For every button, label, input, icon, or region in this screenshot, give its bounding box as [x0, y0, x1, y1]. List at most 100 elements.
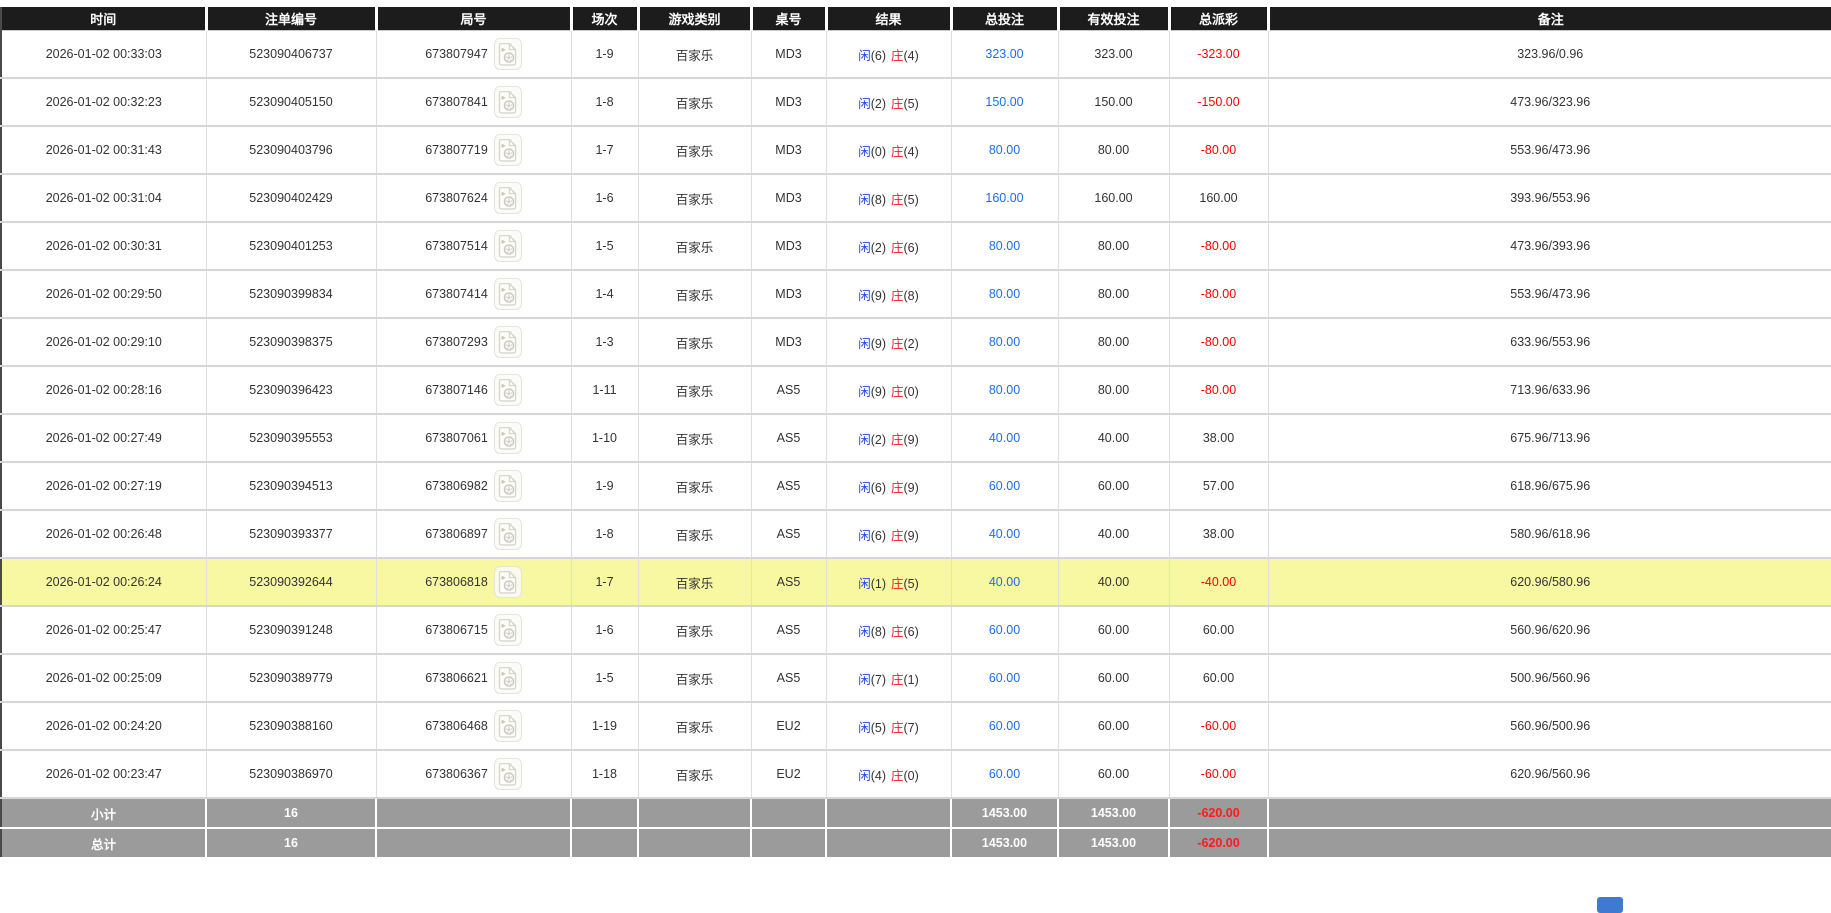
video-replay-button[interactable]	[493, 134, 522, 166]
cell-remark: 713.96/633.96	[1268, 366, 1831, 415]
cell-time: 2026-01-02 00:26:24	[1, 558, 207, 607]
cell-valid-bet: 40.00	[1058, 558, 1170, 607]
round-number: 673807841	[425, 95, 488, 109]
cell-total-bet[interactable]: 40.00	[951, 414, 1059, 463]
result-banker-label: 庄	[891, 288, 904, 303]
cell-result: 闲(2) 庄(5)	[826, 78, 952, 127]
cell-table-no: MD3	[751, 30, 827, 79]
cell-time: 2026-01-02 00:25:09	[1, 654, 207, 703]
cell-payout: -80.00	[1169, 366, 1269, 415]
video-replay-button[interactable]	[493, 518, 522, 550]
result-player-label: 闲	[858, 480, 871, 495]
table-row: 2026-01-02 00:27:49 523090395553 673807061…	[1, 414, 1831, 463]
cell-total-bet[interactable]: 80.00	[951, 126, 1059, 175]
cell-total-bet[interactable]: 60.00	[951, 750, 1059, 799]
footer-grand-total-label: 总计	[1, 827, 207, 859]
cell-total-bet[interactable]: 60.00	[951, 702, 1059, 751]
table-footer: 小计 16 1453.00 1453.00 -620.00 总计 16 1453.00 1453…	[1, 797, 1831, 859]
result-player-label: 闲	[858, 240, 871, 255]
video-replay-button[interactable]	[493, 182, 522, 214]
video-replay-button[interactable]	[493, 86, 522, 118]
result-player-label: 闲	[858, 384, 871, 399]
cell-result: 闲(9) 庄(0)	[826, 366, 952, 415]
cell-total-bet[interactable]: 80.00	[951, 222, 1059, 271]
cell-game-type: 百家乐	[638, 654, 752, 703]
cell-total-bet[interactable]: 150.00	[951, 78, 1059, 127]
video-replay-button[interactable]	[493, 38, 522, 70]
result-player-label: 闲	[858, 288, 871, 303]
round-number-wrap: 673807624	[377, 182, 571, 214]
cell-valid-bet: 60.00	[1058, 702, 1170, 751]
video-replay-button[interactable]	[493, 374, 522, 406]
cell-bet-id: 523090392644	[206, 558, 377, 607]
cell-round: 673807514	[376, 222, 572, 271]
cell-payout: 38.00	[1169, 414, 1269, 463]
cell-remark: 580.96/618.96	[1268, 510, 1831, 559]
cell-total-bet[interactable]: 80.00	[951, 366, 1059, 415]
result-player-value: (6)	[870, 528, 886, 543]
video-replay-button[interactable]	[493, 278, 522, 310]
cell-total-bet[interactable]: 40.00	[951, 510, 1059, 559]
round-number: 673807061	[425, 431, 488, 445]
video-replay-button[interactable]	[493, 566, 522, 598]
video-file-icon	[499, 330, 517, 354]
video-replay-button[interactable]	[493, 614, 522, 646]
result-player-value: (7)	[870, 672, 886, 687]
column-header-round: 局号	[376, 7, 573, 31]
result-player-label: 闲	[858, 192, 871, 207]
cell-total-bet[interactable]: 160.00	[951, 174, 1059, 223]
result-player-value: (9)	[870, 336, 886, 351]
cell-game-type: 百家乐	[638, 702, 752, 751]
result-player-value: (6)	[870, 48, 886, 63]
video-replay-button[interactable]	[493, 422, 522, 454]
cell-total-bet[interactable]: 60.00	[951, 606, 1059, 655]
column-header-table_no: 桌号	[751, 7, 828, 31]
cell-result: 闲(6) 庄(4)	[826, 30, 952, 79]
footer-grand-total-payout: -620.00	[1169, 827, 1269, 859]
video-replay-button[interactable]	[493, 758, 522, 790]
cell-round: 673807146	[376, 366, 572, 415]
video-replay-button[interactable]	[493, 326, 522, 358]
footer-empty-cell	[1268, 797, 1831, 829]
footer-empty-cell	[638, 827, 752, 859]
result-player-label: 闲	[858, 432, 871, 447]
cell-time: 2026-01-02 00:23:47	[1, 750, 207, 799]
result-banker-value: (0)	[903, 384, 919, 399]
cell-game-type: 百家乐	[638, 606, 752, 655]
cell-total-bet[interactable]: 60.00	[951, 462, 1059, 511]
cell-total-bet[interactable]: 80.00	[951, 270, 1059, 319]
video-replay-button[interactable]	[493, 662, 522, 694]
cell-time: 2026-01-02 00:33:03	[1, 30, 207, 79]
cell-total-bet[interactable]: 40.00	[951, 558, 1059, 607]
round-number: 673807719	[425, 143, 488, 157]
cell-result: 闲(1) 庄(5)	[826, 558, 952, 607]
video-replay-button[interactable]	[493, 470, 522, 502]
column-header-bet_id: 注单编号	[206, 7, 378, 31]
table-row: 2026-01-02 00:30:31 523090401253 673807514…	[1, 222, 1831, 271]
cell-total-bet[interactable]: 60.00	[951, 654, 1059, 703]
video-file-icon	[499, 666, 517, 690]
cell-total-bet[interactable]: 323.00	[951, 30, 1059, 79]
result-banker-value: (5)	[903, 192, 919, 207]
cell-round: 673807624	[376, 174, 572, 223]
video-replay-button[interactable]	[493, 710, 522, 742]
result-banker-value: (7)	[903, 720, 919, 735]
cell-session: 1-5	[571, 222, 639, 271]
cell-table-no: EU2	[751, 750, 827, 799]
cell-remark: 560.96/500.96	[1268, 702, 1831, 751]
pagination-fragment[interactable]	[1597, 897, 1623, 913]
result-banker-label: 庄	[891, 528, 904, 543]
table-header-row: 时间 注单编号 局号 场次 游戏类别 桌号 结果 总投注 有效投注 总派彩 备注	[1, 7, 1831, 31]
cell-payout: -80.00	[1169, 318, 1269, 367]
cell-table-no: AS5	[751, 414, 827, 463]
cell-total-bet[interactable]: 80.00	[951, 318, 1059, 367]
cell-result: 闲(8) 庄(6)	[826, 606, 952, 655]
cell-table-no: EU2	[751, 702, 827, 751]
result-player-value: (5)	[870, 720, 886, 735]
cell-result: 闲(6) 庄(9)	[826, 462, 952, 511]
video-replay-button[interactable]	[493, 230, 522, 262]
result-banker-label: 庄	[891, 384, 904, 399]
cell-payout: 60.00	[1169, 654, 1269, 703]
cell-time: 2026-01-02 00:27:49	[1, 414, 207, 463]
column-header-payout: 总派彩	[1169, 7, 1270, 31]
